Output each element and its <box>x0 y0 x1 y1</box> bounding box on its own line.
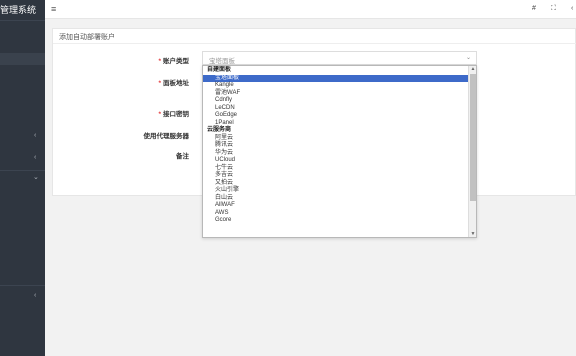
fullscreen-icon[interactable]: ⛶ <box>551 5 556 13</box>
dropdown-option[interactable]: GoEdge <box>203 112 469 120</box>
dropdown-group-label: 自建面板 <box>207 67 232 73</box>
dropdown-option[interactable]: 多吉云 <box>203 172 469 180</box>
select-value: 宝塔面板 <box>209 58 235 65</box>
account-type-select[interactable]: 宝塔面板 ⌄ <box>202 51 477 65</box>
dropdown-option[interactable]: UCloud <box>203 157 469 165</box>
dropdown-option[interactable]: 1Panel <box>203 120 469 128</box>
more-icon[interactable]: ‹ <box>571 5 573 12</box>
top-header: ≡ # ⛶ ‹ <box>45 0 576 19</box>
remark-label: 备注 <box>176 153 189 160</box>
dropdown-option[interactable]: 华为云 <box>203 150 469 158</box>
dropdown-option[interactable]: Cdnfly <box>203 97 469 105</box>
dropdown-option[interactable]: AWS <box>203 210 469 218</box>
chevron-left-icon[interactable]: ‹ <box>34 154 36 161</box>
scroll-down-icon[interactable]: ▼ <box>469 231 476 237</box>
dropdown-option[interactable]: 七牛云 <box>203 165 469 173</box>
dropdown-option[interactable]: AllWAF <box>203 202 469 210</box>
card-divider <box>53 43 576 44</box>
dropdown-option[interactable]: Kangle <box>203 82 469 90</box>
api-key-label: * 接口密钥 <box>158 111 189 118</box>
card-title: 添加自动部署账户 <box>59 34 115 41</box>
dropdown-group-label: 云服务商 <box>207 127 232 133</box>
scrollbar-thumb[interactable] <box>470 74 476 201</box>
sidebar: 管理系统 ‹ ‹ ⌄ ‹ <box>0 0 45 356</box>
dropdown-option[interactable]: 火山引擎 <box>203 187 469 195</box>
app-title: 管理系统 <box>0 5 37 15</box>
sidebar-divider <box>0 20 45 21</box>
chevron-left-icon[interactable]: ‹ <box>34 132 36 139</box>
sidebar-divider <box>0 285 45 286</box>
home-icon[interactable]: # <box>532 5 536 12</box>
account-type-dropdown[interactable]: 自建面板 宝塔面板 Kangle 雷池WAF Cdnfly LeCDN GoEdge 1Pan… <box>202 65 477 238</box>
dropdown-option[interactable]: 宝塔面板 <box>203 74 469 82</box>
dropdown-option[interactable]: 又拍云 <box>203 180 469 188</box>
menu-toggle-icon[interactable]: ≡ <box>51 4 56 14</box>
use-proxy-label: 使用代理服务器 <box>143 133 190 140</box>
chevron-left-icon[interactable]: ‹ <box>34 292 36 299</box>
chevron-down-icon: ⌄ <box>465 55 471 61</box>
dropdown-option[interactable]: LeCDN <box>203 105 469 113</box>
scroll-up-icon[interactable]: ▲ <box>469 66 476 72</box>
sidebar-item-active[interactable] <box>0 53 45 65</box>
dropdown-option[interactable]: 阿里云 <box>203 135 469 143</box>
sidebar-divider <box>0 170 45 171</box>
dropdown-option[interactable]: Gcore <box>203 217 469 225</box>
dropdown-scrollbar[interactable]: ▲ ▼ <box>468 66 476 237</box>
panel-address-label: * 面板地址 <box>158 80 189 87</box>
chevron-down-icon[interactable]: ⌄ <box>33 173 39 181</box>
dropdown-option[interactable]: 雷池WAF <box>203 90 469 98</box>
account-type-label: * 账户类型 <box>158 58 189 65</box>
dropdown-option[interactable]: 白山云 <box>203 195 469 203</box>
dropdown-option[interactable]: 腾讯云 <box>203 142 469 150</box>
dropdown-list: 自建面板 宝塔面板 Kangle 雷池WAF Cdnfly LeCDN GoEdge 1Pan… <box>203 67 469 225</box>
